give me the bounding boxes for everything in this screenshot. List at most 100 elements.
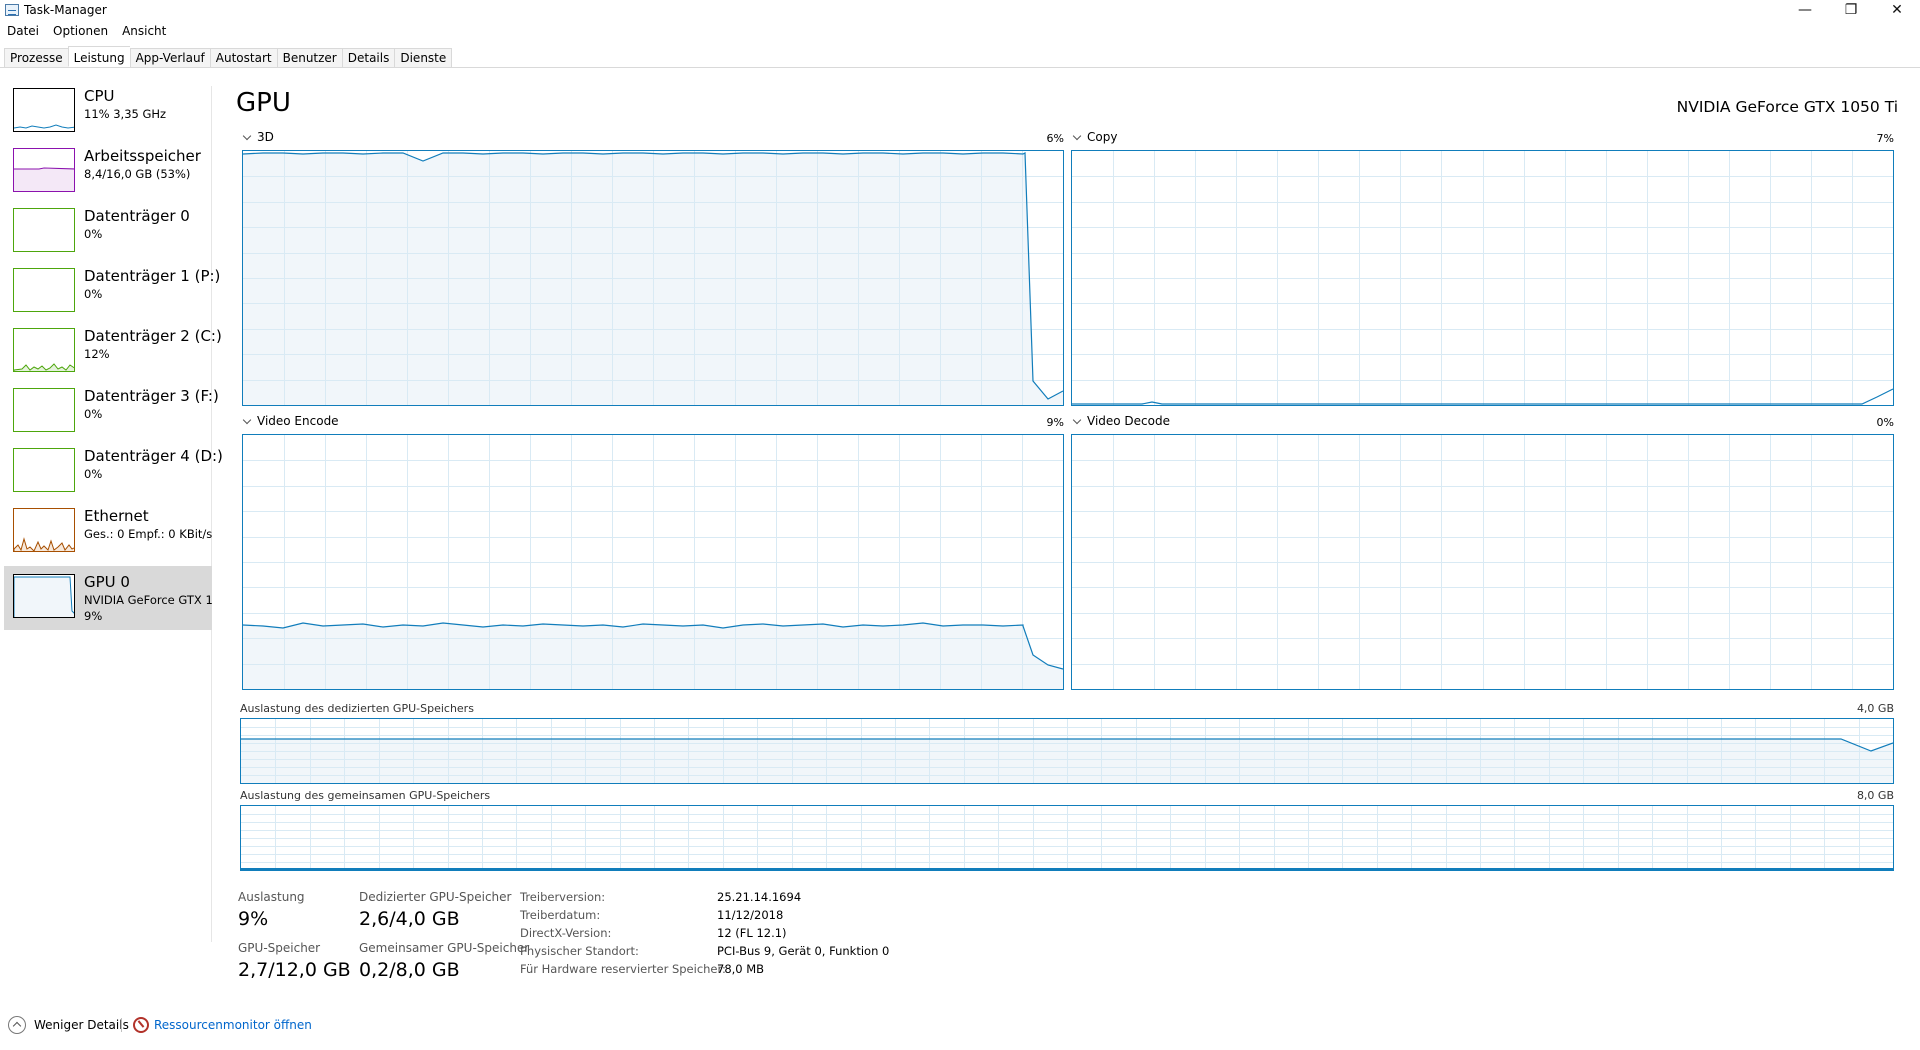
sidebar-item-label: Ethernet [84, 507, 149, 525]
disk-graph-icon [13, 328, 75, 372]
tab-app-verlauf[interactable]: App-Verlauf [129, 48, 210, 68]
graph-3d-title: 3D [257, 130, 274, 144]
driver-date-label: Treiberdatum: [520, 908, 601, 922]
sidebar-item-value: 0% [84, 287, 103, 301]
shared-memory-stat-label: Gemeinsamer GPU-Speicher [359, 941, 530, 955]
sidebar-item-disk-1[interactable]: Datenträger 1 (P:) 0% [4, 266, 220, 330]
sidebar-item-label: Datenträger 4 (D:) [84, 447, 223, 465]
graph-copy-title: Copy [1087, 130, 1118, 144]
graph-3d-max: 6% [1046, 132, 1064, 145]
performance-sidebar: CPU 11% 3,35 GHz Arbeitsspeicher 8,4/16,… [0, 86, 223, 942]
disk-graph-icon [13, 208, 75, 252]
task-manager-icon [5, 4, 19, 16]
sidebar-item-device: NVIDIA GeForce GTX 1050 Ti [84, 593, 212, 607]
tab-details[interactable]: Details [341, 48, 395, 68]
sidebar-item-disk-3[interactable]: Datenträger 3 (F:) 0% [4, 386, 219, 450]
dedicated-memory-label: Auslastung des dedizierten GPU-Speichers [240, 702, 474, 715]
graph-encode-title: Video Encode [257, 414, 339, 428]
shared-memory-stat-value: 0,2/8,0 GB [359, 959, 460, 981]
window-controls: — ❐ ✕ [1782, 0, 1920, 20]
disk-graph-icon [13, 448, 75, 492]
driver-date-value: 11/12/2018 [717, 908, 784, 922]
sidebar-item-label: Datenträger 1 (P:) [84, 267, 221, 285]
chevron-down-icon [242, 415, 252, 425]
utilization-label: Auslastung [238, 890, 305, 904]
utilization-value: 9% [238, 908, 269, 930]
graph-encode-label[interactable]: Video Encode [240, 414, 339, 428]
menu-optionen[interactable]: Optionen [46, 22, 115, 40]
sidebar-item-label: Datenträger 2 (C:) [84, 327, 222, 345]
graph-video-decode [1071, 434, 1894, 690]
menu-bar: Datei Optionen Ansicht [0, 22, 173, 40]
page-title: GPU [236, 88, 291, 118]
dedicated-memory-stat-label: Dedizierter GPU-Speicher [359, 890, 512, 904]
physical-location-label: Physischer Standort: [520, 944, 639, 958]
graph-3d-label[interactable]: 3D [240, 130, 274, 144]
dedicated-memory-max: 4,0 GB [1856, 702, 1894, 715]
title-bar: Task-Manager — ❐ ✕ [0, 0, 1920, 20]
minimize-button[interactable]: — [1782, 0, 1828, 20]
footer: Weniger Details Ressourcenmonitor öffnen [0, 1014, 600, 1038]
footer-divider [121, 1018, 122, 1032]
graph-encode-max: 9% [1046, 416, 1064, 429]
graph-dedicated-memory [240, 718, 1894, 784]
graph-shared-memory [240, 805, 1894, 871]
driver-version-label: Treiberversion: [520, 890, 606, 904]
sidebar-item-value: 0% [84, 227, 103, 241]
dedicated-memory-stat-value: 2,6/4,0 GB [359, 908, 460, 930]
shared-memory-max: 8,0 GB [1856, 789, 1894, 802]
sidebar-item-value: 8,4/16,0 GB (53%) [84, 167, 191, 181]
gpu-graph-icon [13, 574, 75, 618]
tab-bar: Prozesse Leistung App-Verlauf Autostart … [0, 46, 1920, 68]
disk-graph-icon [13, 388, 75, 432]
sidebar-item-memory[interactable]: Arbeitsspeicher 8,4/16,0 GB (53%) [4, 146, 212, 210]
sidebar-item-ethernet[interactable]: Ethernet Ges.: 0 Empf.: 0 KBit/s [4, 506, 212, 570]
sidebar-item-disk-2[interactable]: Datenträger 2 (C:) 12% [4, 326, 222, 390]
resource-monitor-icon[interactable] [133, 1017, 149, 1033]
network-graph-icon [13, 508, 75, 552]
menu-ansicht[interactable]: Ansicht [115, 22, 173, 40]
sidebar-item-cpu[interactable]: CPU 11% 3,35 GHz [4, 86, 212, 150]
menu-datei[interactable]: Datei [0, 22, 46, 40]
tab-leistung[interactable]: Leistung [67, 46, 130, 67]
sidebar-item-value: 11% 3,35 GHz [84, 107, 167, 121]
tab-prozesse[interactable]: Prozesse [4, 48, 68, 68]
resource-monitor-link[interactable]: Ressourcenmonitor öffnen [154, 1018, 312, 1032]
fewer-details-button[interactable]: Weniger Details [34, 1018, 129, 1032]
gpu-device-name: NVIDIA GeForce GTX 1050 Ti [1676, 98, 1898, 116]
sidebar-item-disk-0[interactable]: Datenträger 0 0% [4, 206, 212, 270]
chevron-up-icon[interactable] [8, 1016, 26, 1034]
sidebar-item-label: Arbeitsspeicher [84, 147, 201, 165]
sidebar-item-disk-4[interactable]: Datenträger 4 (D:) 0% [4, 446, 223, 510]
graph-3d [242, 150, 1064, 406]
sidebar-item-value: 9% [84, 609, 103, 623]
sidebar-item-label: Datenträger 3 (F:) [84, 387, 219, 405]
tab-benutzer[interactable]: Benutzer [276, 48, 342, 68]
tab-dienste[interactable]: Dienste [394, 48, 453, 68]
graph-decode-label[interactable]: Video Decode [1070, 414, 1170, 428]
gpu-memory-label: GPU-Speicher [238, 941, 321, 955]
sidebar-item-label: CPU [84, 87, 115, 105]
graph-decode-title: Video Decode [1087, 414, 1170, 428]
reserved-memory-label: Für Hardware reservierter Speicher: [520, 962, 726, 976]
sidebar-item-label: Datenträger 0 [84, 207, 190, 225]
graph-video-encode [242, 434, 1064, 690]
sidebar-item-value: 12% [84, 347, 110, 361]
directx-version-value: 12 (FL 12.1) [717, 926, 787, 940]
chevron-down-icon [1072, 415, 1082, 425]
maximize-button[interactable]: ❐ [1828, 0, 1874, 20]
tab-autostart[interactable]: Autostart [209, 48, 277, 68]
reserved-memory-value: 78,0 MB [717, 962, 765, 976]
window-title: Task-Manager [24, 3, 107, 17]
chevron-down-icon [1072, 131, 1082, 141]
sidebar-item-value: Ges.: 0 Empf.: 0 KBit/s [84, 527, 212, 541]
cpu-graph-icon [13, 88, 75, 132]
graph-copy [1071, 150, 1894, 406]
sidebar-item-label: GPU 0 [84, 573, 130, 591]
close-button[interactable]: ✕ [1874, 0, 1920, 20]
sidebar-item-value: 0% [84, 407, 103, 421]
driver-version-value: 25.21.14.1694 [717, 890, 802, 904]
graph-copy-label[interactable]: Copy [1070, 130, 1117, 144]
chevron-down-icon [242, 131, 252, 141]
sidebar-item-gpu-0[interactable]: GPU 0 NVIDIA GeForce GTX 1050 Ti 9% [4, 566, 212, 630]
